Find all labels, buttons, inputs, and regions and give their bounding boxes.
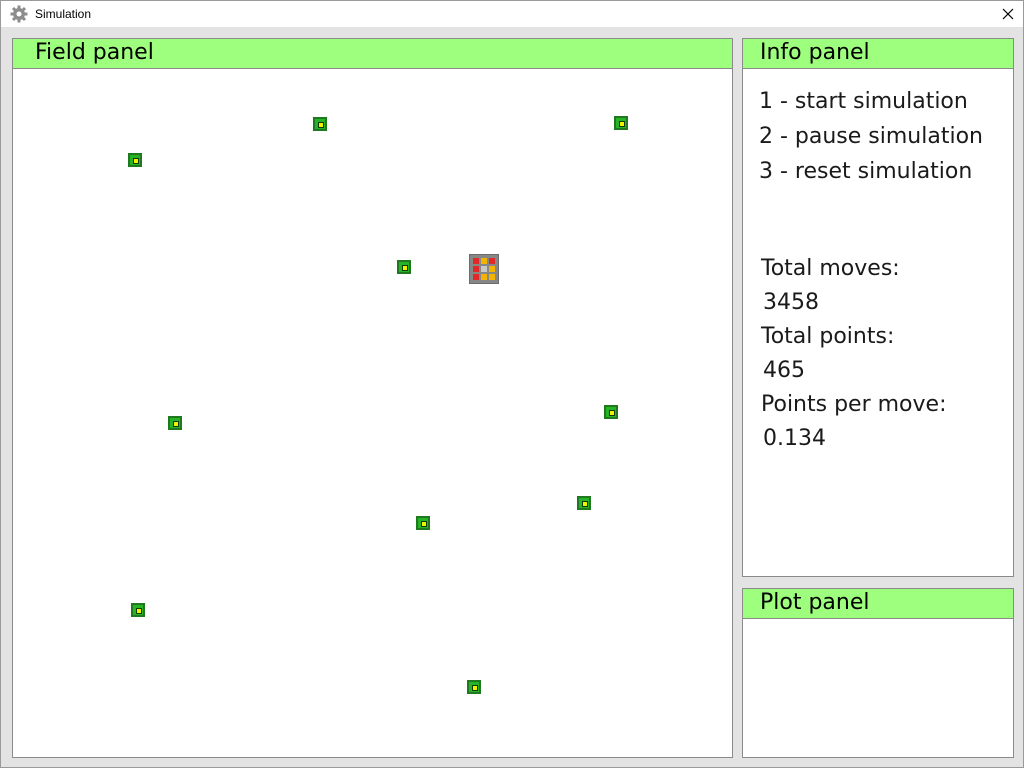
close-icon [1002, 8, 1014, 20]
points-per-move-value: 0.134 [763, 426, 826, 451]
field-panel-title: Field panel [13, 39, 732, 69]
info-body: 1 - start simulation 2 - pause simulatio… [743, 69, 1013, 456]
food-item [168, 416, 182, 430]
agent-cell [489, 258, 495, 264]
agent-cell [489, 274, 495, 280]
field-area[interactable] [13, 69, 732, 757]
agent [469, 254, 499, 284]
food-item [131, 603, 145, 617]
food-item [467, 680, 481, 694]
plot-panel: Plot panel [742, 588, 1014, 758]
agent-cell [473, 274, 479, 280]
food-item [128, 153, 142, 167]
close-button[interactable] [993, 1, 1023, 27]
food-item [614, 116, 628, 130]
plot-panel-title: Plot panel [743, 589, 1013, 619]
agent-cell [481, 266, 487, 272]
total-points-label: Total points: [761, 324, 895, 349]
gear-icon [9, 4, 29, 24]
simulation-window: Simulation Field panel Info panel 1 - st… [0, 0, 1024, 768]
field-panel: Field panel [12, 38, 733, 758]
stats-block: Total moves: 3458 Total points: 465 Poin… [761, 252, 1013, 456]
food-item [313, 117, 327, 131]
agent-cell [473, 258, 479, 264]
food-item [416, 516, 430, 530]
agent-cell [481, 258, 487, 264]
total-moves-value: 3458 [763, 290, 819, 315]
points-per-move-label: Points per move: [761, 392, 947, 417]
title-bar[interactable]: Simulation [1, 1, 1023, 27]
food-item [577, 496, 591, 510]
food-item [604, 405, 618, 419]
info-panel: Info panel 1 - start simulation 2 - paus… [742, 38, 1014, 577]
instruction-reset: 3 - reset simulation [759, 159, 973, 184]
total-moves-label: Total moves: [761, 256, 900, 281]
agent-cell [473, 266, 479, 272]
agent-cell [481, 274, 487, 280]
window-title: Simulation [35, 7, 92, 21]
instruction-start: 1 - start simulation [759, 89, 968, 114]
food-item [397, 260, 411, 274]
instruction-pause: 2 - pause simulation [759, 124, 983, 149]
info-panel-title: Info panel [743, 39, 1013, 69]
agent-cell [489, 266, 495, 272]
plot-area [743, 619, 1013, 757]
total-points-value: 465 [763, 358, 805, 383]
